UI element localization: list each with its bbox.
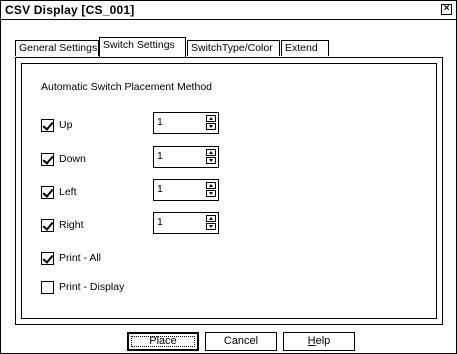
checkbox-print-display[interactable]	[41, 281, 54, 294]
stepper-down-buttons	[206, 149, 216, 165]
spin-up-arrow-icon[interactable]	[206, 149, 216, 156]
stepper-left-value[interactable]: 1	[157, 183, 163, 195]
checkbox-left[interactable]	[41, 186, 54, 199]
cancel-button[interactable]: Cancel	[205, 332, 277, 351]
group-box: Automatic Switch Placement Method Up 1 D…	[21, 63, 437, 319]
stepper-right[interactable]: 1	[153, 212, 219, 234]
spin-up-arrow-icon[interactable]	[206, 182, 216, 189]
spin-down-arrow-icon[interactable]	[206, 123, 216, 130]
close-icon[interactable]: ×	[441, 4, 452, 15]
stepper-up-buttons	[206, 115, 216, 131]
help-button-label: Help	[308, 335, 331, 347]
spin-down-arrow-icon[interactable]	[206, 223, 216, 230]
dialog-window: CSV Display [CS_001] × General Settings …	[0, 0, 457, 354]
cancel-button-label: Cancel	[223, 335, 259, 347]
checkbox-right-label: Right	[59, 219, 84, 231]
stepper-left[interactable]: 1	[153, 179, 219, 201]
window-title: CSV Display [CS_001]	[5, 3, 135, 17]
stepper-down-value[interactable]: 1	[157, 150, 163, 162]
button-bar: Place Cancel Help	[1, 332, 456, 352]
checkbox-left-label: Left	[59, 186, 77, 198]
place-button-label: Place	[149, 335, 177, 347]
tab-panel: Automatic Switch Placement Method Up 1 D…	[15, 57, 443, 325]
checkbox-up-label: Up	[59, 119, 73, 131]
stepper-up[interactable]: 1	[153, 112, 219, 134]
group-label: Automatic Switch Placement Method	[41, 81, 212, 93]
stepper-left-buttons	[206, 182, 216, 198]
title-bar: CSV Display [CS_001] ×	[1, 1, 456, 20]
tab-switchtype-color[interactable]: SwitchType/Color	[187, 40, 280, 56]
place-button[interactable]: Place	[127, 332, 199, 351]
checkbox-up[interactable]	[41, 119, 54, 132]
help-button-mnemonic: H	[307, 335, 316, 347]
spin-down-arrow-icon[interactable]	[206, 157, 216, 164]
checkbox-print-all[interactable]	[41, 252, 54, 265]
help-button-label-rest: elp	[315, 335, 331, 347]
checkbox-print-display-label: Print - Display	[59, 281, 125, 293]
spin-down-arrow-icon[interactable]	[206, 190, 216, 197]
checkbox-down[interactable]	[41, 153, 54, 166]
checkbox-right[interactable]	[41, 219, 54, 232]
tab-extend[interactable]: Extend	[281, 40, 329, 56]
checkbox-print-all-label: Print - All	[59, 252, 102, 264]
stepper-right-buttons	[206, 215, 216, 231]
tab-switch-settings[interactable]: Switch Settings	[99, 37, 186, 57]
tab-general-settings[interactable]: General Settings	[15, 40, 99, 56]
stepper-down[interactable]: 1	[153, 146, 219, 168]
checkbox-down-label: Down	[59, 153, 86, 165]
stepper-right-value[interactable]: 1	[157, 216, 163, 228]
help-button[interactable]: Help	[283, 332, 355, 351]
spin-up-arrow-icon[interactable]	[206, 215, 216, 222]
stepper-up-value[interactable]: 1	[157, 116, 163, 128]
spin-up-arrow-icon[interactable]	[206, 115, 216, 122]
